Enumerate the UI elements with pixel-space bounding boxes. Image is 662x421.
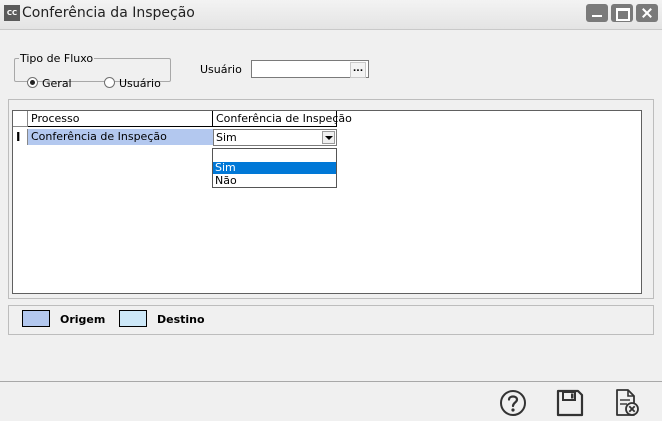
radio-usuario-label: Usuário: [119, 77, 161, 90]
cancel-document-icon[interactable]: [612, 388, 642, 418]
flow-type-group: Tipo de Fluxo Geral Usuário: [14, 52, 171, 90]
user-field[interactable]: ...: [251, 60, 369, 78]
dropdown-option-sim[interactable]: Sim: [213, 162, 336, 174]
conferencia-value: Sim: [216, 131, 237, 144]
user-lookup-button[interactable]: ...: [350, 62, 366, 78]
app-icon: CC: [4, 5, 20, 21]
close-button[interactable]: [636, 4, 658, 22]
process-grid[interactable]: Processo Conferência de Inspeção I Confe…: [12, 110, 642, 294]
conferencia-dropdown-list[interactable]: Sim Não: [212, 148, 337, 188]
row-edit-indicator: I: [13, 129, 28, 145]
toolbar-separator: [0, 381, 662, 382]
dropdown-option-nao[interactable]: Não: [213, 175, 336, 187]
destino-swatch: [119, 310, 147, 327]
radio-usuario-dot[interactable]: [104, 77, 115, 88]
origem-label: Origem: [60, 313, 106, 326]
header-processo[interactable]: Processo: [28, 111, 213, 127]
chevron-down-icon[interactable]: [322, 131, 335, 144]
radio-geral[interactable]: Geral: [27, 77, 72, 90]
header-indicator: [13, 111, 28, 127]
user-label: Usuário: [200, 63, 242, 76]
destino-label: Destino: [157, 313, 205, 326]
origem-swatch: [22, 310, 50, 327]
maximize-button[interactable]: [611, 4, 633, 22]
processo-cell[interactable]: Conferência de Inspeção: [28, 129, 213, 145]
radio-geral-label: Geral: [42, 77, 72, 90]
radio-usuario[interactable]: Usuário: [104, 77, 161, 90]
title-bar: CC Conferência da Inspeção: [0, 0, 662, 30]
flow-type-label: Tipo de Fluxo: [20, 52, 94, 65]
radio-geral-dot[interactable]: [27, 77, 38, 88]
header-conferencia[interactable]: Conferência de Inspeção: [213, 111, 352, 127]
help-icon[interactable]: [498, 388, 528, 418]
minimize-button[interactable]: [586, 4, 608, 22]
window-title: Conferência da Inspeção: [22, 5, 195, 21]
conferencia-combo[interactable]: Sim: [213, 129, 337, 146]
save-icon[interactable]: [555, 388, 585, 418]
